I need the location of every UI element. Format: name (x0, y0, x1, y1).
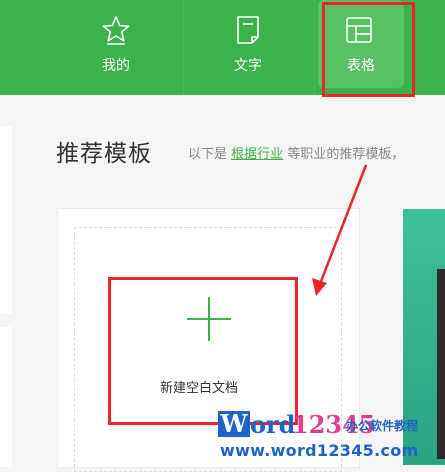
thumbnail-dark-strip (437, 269, 445, 459)
section-description: 以下是 根据行业 等职业的推荐模板， (188, 143, 404, 162)
watermark-logo-w: W (218, 411, 250, 437)
tab-mine[interactable]: 我的 (73, 0, 159, 95)
star-icon (102, 16, 130, 45)
watermark-url: www.word12345.com (220, 441, 419, 460)
highlight-box-new-document (108, 277, 298, 425)
tab-text-label: 文字 (234, 58, 262, 74)
nav-divider (183, 0, 184, 95)
left-panel-card (0, 327, 12, 467)
document-icon (237, 16, 259, 44)
nav-divider (314, 0, 315, 95)
highlight-box-table-tab (322, 2, 415, 97)
section-desc-prefix: 以下是 (188, 147, 228, 162)
watermark-tagline: 办公软件教程 (346, 419, 419, 433)
watermark-logo-ord: ord (250, 410, 296, 439)
section-desc-suffix: 等职业的推荐模板， (287, 147, 405, 162)
section-title: 推荐模板 (56, 141, 152, 167)
tab-mine-label: 我的 (102, 58, 130, 74)
left-panel-card (0, 126, 12, 314)
tab-text[interactable]: 文字 (205, 0, 291, 95)
industry-link[interactable]: 根据行业 (231, 147, 283, 162)
